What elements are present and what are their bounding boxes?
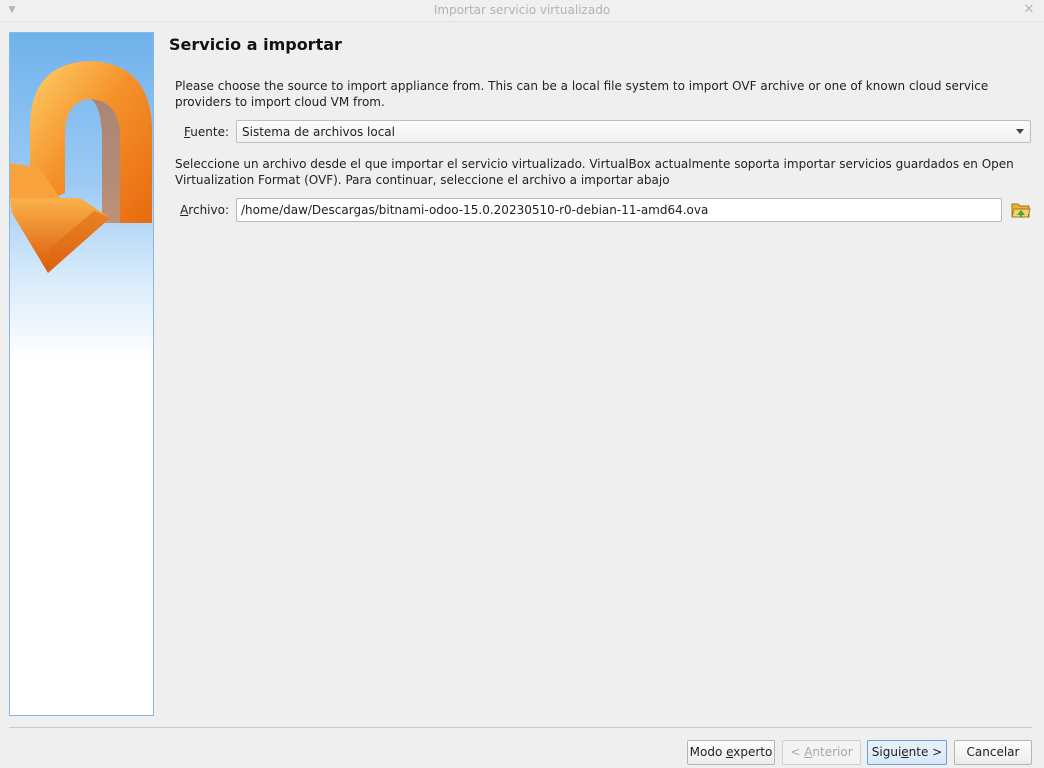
source-label: Fuente:: [160, 125, 229, 139]
source-label-text: uente:: [190, 125, 229, 139]
back-label-pre: <: [790, 745, 805, 759]
next-label-post: nte >: [908, 745, 943, 759]
cancel-button[interactable]: Cancelar: [954, 740, 1032, 765]
next-button[interactable]: Siguiente >: [867, 740, 947, 765]
page-title: Servicio a importar: [169, 35, 342, 54]
expert-mode-label-pre: Modo: [689, 745, 727, 759]
expert-mode-button[interactable]: Modo experto: [687, 740, 775, 765]
file-path-input[interactable]: [236, 198, 1002, 222]
source-select[interactable]: Sistema de archivos local: [236, 120, 1031, 143]
file-label-text: rchivo:: [188, 203, 229, 217]
next-label-pre: Sigui: [871, 745, 902, 759]
expert-mode-label-post: xperto: [733, 745, 773, 759]
back-button[interactable]: < Anterior: [782, 740, 861, 765]
next-label-mnemonic: e: [901, 745, 909, 759]
footer-separator: [9, 727, 1032, 728]
import-arrow-icon: [10, 61, 152, 273]
source-description: Please choose the source to import appli…: [175, 79, 989, 109]
window-title: Importar servicio virtualizado: [433, 3, 611, 17]
back-label-post: nterior: [812, 745, 853, 759]
source-select-value: Sistema de archivos local: [242, 125, 395, 139]
file-description: Seleccione un archivo desde el que impor…: [175, 157, 1014, 187]
close-icon[interactable]: ✕: [1022, 3, 1036, 17]
wizard-side-image: [9, 32, 154, 716]
file-label: Archivo:: [160, 203, 229, 217]
folder-open-icon[interactable]: [1011, 201, 1031, 219]
window-titlebar: ▼ Importar servicio virtualizado ✕: [0, 0, 1044, 22]
chevron-down-icon: [1016, 129, 1024, 134]
